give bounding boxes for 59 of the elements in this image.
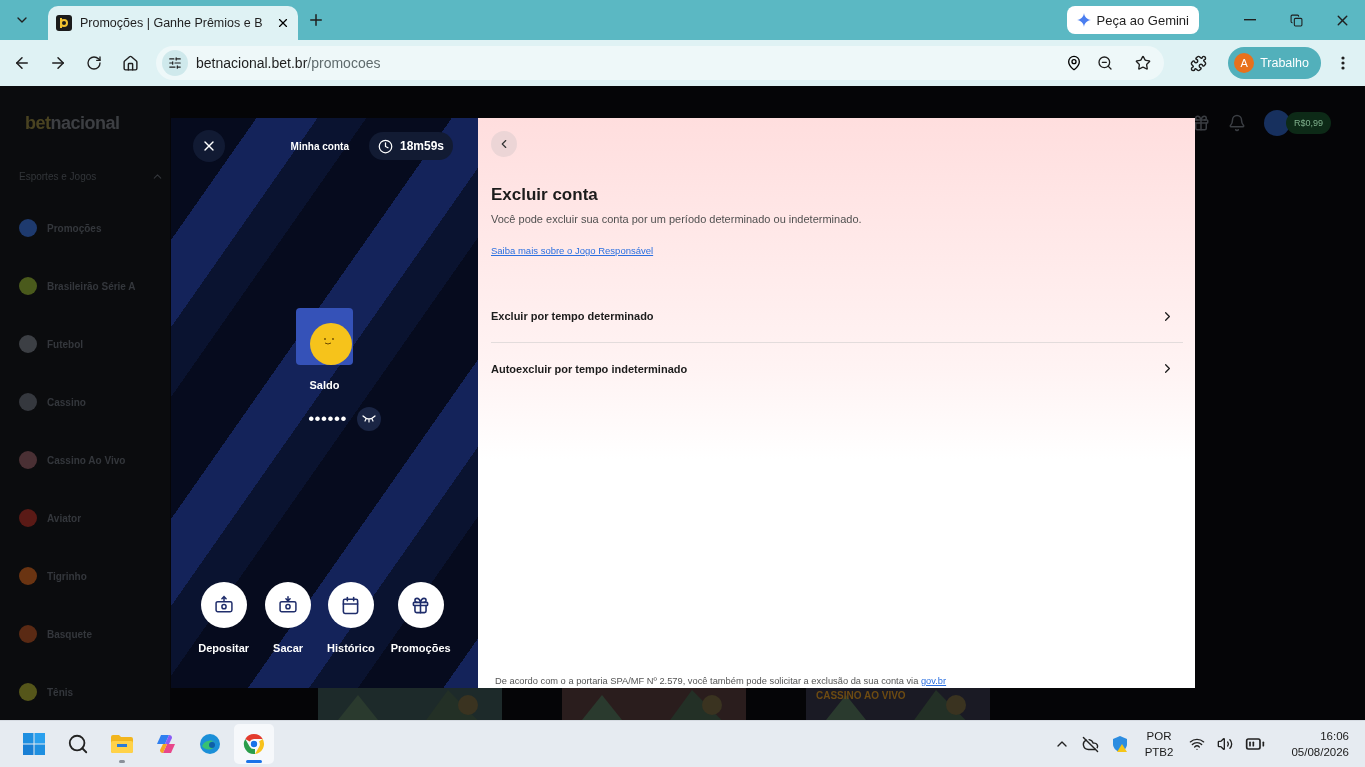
profile-button[interactable]: A Trabalho xyxy=(1228,47,1321,79)
reload-icon xyxy=(86,55,102,71)
responsible-gaming-link[interactable]: Saiba mais sobre o Jogo Responsável xyxy=(491,245,654,256)
eye-closed-icon xyxy=(361,415,376,423)
start-icon xyxy=(23,733,45,755)
home-icon xyxy=(121,54,139,72)
address-bar[interactable]: betnacional.bet.br/promocoes xyxy=(156,46,1165,80)
close-button[interactable] xyxy=(193,130,225,162)
gemini-button[interactable]: Peça ao Gemini xyxy=(1066,6,1199,34)
site-favicon-icon xyxy=(56,15,72,31)
tricolor-circle-icon xyxy=(243,733,265,755)
balance-pill[interactable]: R$0,99 xyxy=(1285,112,1331,134)
toggle-balance-button[interactable] xyxy=(356,407,381,431)
language-indicator[interactable]: POR PTB2 xyxy=(1140,728,1178,760)
menu-icon xyxy=(1341,56,1345,70)
zoom-out-icon xyxy=(1097,55,1114,71)
banner-title: CASSINO AO VIVO xyxy=(816,690,906,701)
gift-icon xyxy=(411,595,431,615)
description: Você pode excluir sua conta por um período determinado ou indeterminado. xyxy=(491,213,863,225)
swirl-icon xyxy=(155,733,177,755)
clock[interactable]: 16:06 05/08/2026 xyxy=(1287,728,1353,760)
session-timer: 18m59s xyxy=(368,132,453,160)
volume-icon[interactable] xyxy=(1217,736,1234,752)
action-button[interactable]: Promoções xyxy=(390,582,451,654)
sliders-icon xyxy=(168,56,182,70)
option-row[interactable]: Autoexcluir por tempo indeterminado xyxy=(491,342,1183,394)
avatar-icon xyxy=(296,308,353,365)
footer-note: De acordo com o a portaria SPA/MF Nº 2.579, você também pode solicitar a exclusão da sua conta via gov.br xyxy=(494,676,948,688)
close-tab-icon[interactable] xyxy=(276,16,290,30)
cash-arrow-down-icon xyxy=(278,595,299,615)
star-icon xyxy=(1135,55,1152,71)
gov-link[interactable]: gov.br xyxy=(920,676,947,686)
folder-icon xyxy=(110,734,134,754)
balance-label: Saldo xyxy=(309,379,340,391)
search-icon xyxy=(67,733,89,755)
option-row[interactable]: Excluir por tempo determinado xyxy=(491,290,1183,342)
wifi-icon[interactable] xyxy=(1189,736,1206,752)
browser-tab[interactable]: Promoções | Ganhe Prêmios e B xyxy=(48,6,298,40)
drawer-title: Minha conta xyxy=(290,140,349,152)
logo-prefix: bet xyxy=(25,112,51,134)
clock-icon xyxy=(377,138,393,154)
forward-arrow-icon xyxy=(49,54,67,72)
plus-icon xyxy=(307,11,325,29)
puzzle-icon xyxy=(1189,54,1207,72)
wave-circle-icon xyxy=(199,733,221,755)
page-title: Excluir conta xyxy=(491,185,599,205)
site-info-button[interactable] xyxy=(162,50,188,76)
minimize-icon xyxy=(1244,19,1256,21)
sparkle-icon xyxy=(1076,13,1091,27)
cash-arrow-up-icon xyxy=(213,595,234,615)
masked-balance: •••••• xyxy=(308,409,347,429)
tab-title: Promoções | Ganhe Prêmios e B xyxy=(80,16,264,30)
running-indicator xyxy=(246,760,262,763)
cloud-off-icon[interactable] xyxy=(1081,735,1099,753)
restore-icon xyxy=(1289,13,1303,27)
running-indicator xyxy=(119,760,125,763)
calendar-icon xyxy=(341,595,361,615)
location-icon[interactable] xyxy=(1066,55,1083,71)
shield-warning-icon[interactable] xyxy=(1110,735,1129,753)
